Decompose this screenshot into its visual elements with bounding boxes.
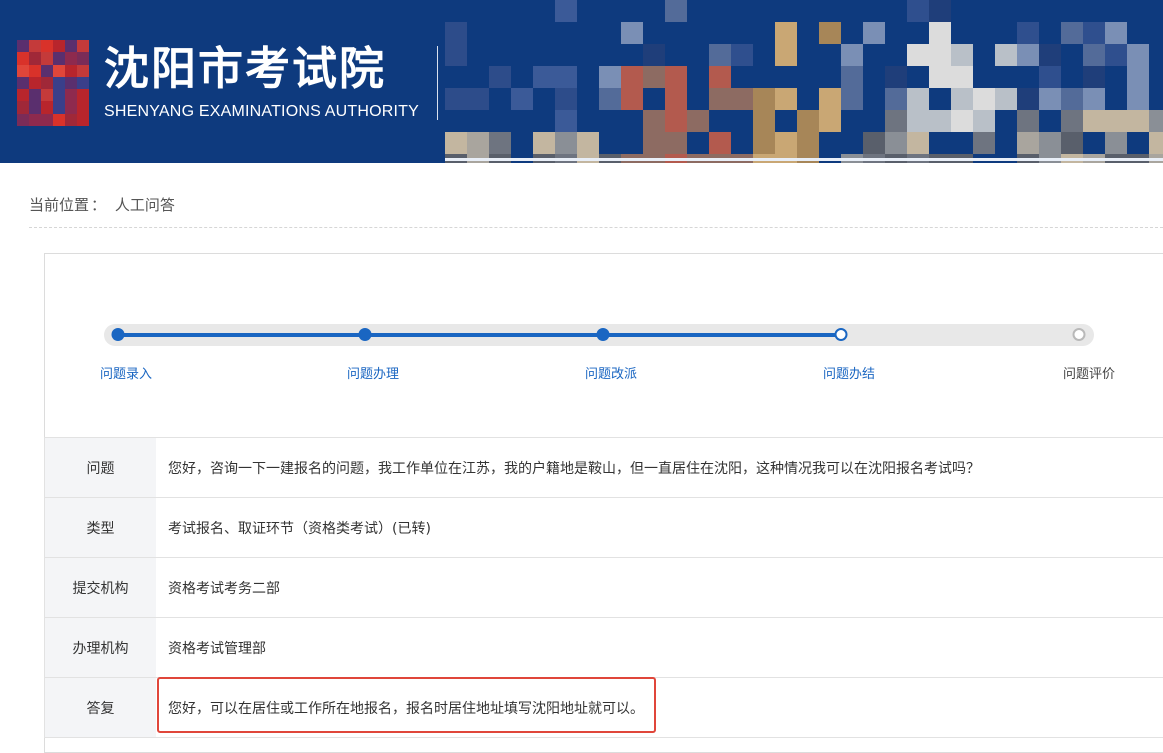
table-row: 提交机构 资格考试考务二部 [44,558,1163,618]
progress-fill [118,333,841,337]
banner-underline [445,158,1163,161]
breadcrumb-current: 人工问答 [114,196,175,214]
breadcrumb-separator: ： [91,196,107,214]
step-label-closed: 问题办结 [822,367,876,382]
banner-image [445,0,1163,163]
step-label-reassign: 问题改派 [584,367,638,382]
reply-highlight-box [157,677,656,733]
step-node-2 [358,328,372,341]
table-row: 问题 您好，咨询一下一建报名的问题，我工作单位在江苏，我的户籍地是鞍山，但一直居… [44,438,1163,498]
breadcrumb: 当前位置： 人工问答 [29,194,1163,228]
row-value-submitter: 资格考试考务二部 [168,580,280,597]
row-key-type: 类型 [44,498,156,557]
row-key-handler: 办理机构 [44,618,156,677]
pixel-logo-icon[interactable] [17,40,89,126]
row-value-type: 考试报名、取证环节（资格类考试）(已转) [168,520,431,537]
header-divider [437,46,438,120]
row-key-submitter: 提交机构 [44,558,156,617]
breadcrumb-label: 当前位置 [29,196,90,214]
header-banner: 沈阳市考试院 SHENYANG EXAMINATIONS AUTHORITY [0,0,1163,163]
step-node-5 [1072,328,1086,341]
row-value-handler: 资格考试管理部 [168,640,266,657]
table-row: 办理机构 资格考试管理部 [44,618,1163,678]
step-label-handling: 问题办理 [346,367,400,382]
row-key-question: 问题 [44,438,156,497]
site-title[interactable]: 沈阳市考试院 [104,40,386,98]
step-label-evaluate: 问题评价 [1062,367,1116,382]
step-node-1 [111,328,125,341]
step-node-4 [834,328,848,341]
row-value-question: 您好，咨询一下一建报名的问题，我工作单位在江苏，我的户籍地是鞍山，但一直居住在沈… [168,460,980,477]
step-node-3 [596,328,610,341]
progress-stepper [104,322,1094,348]
row-key-reply: 答复 [44,678,156,737]
table-row: 类型 考试报名、取证环节（资格类考试）(已转) [44,498,1163,558]
site-subtitle: SHENYANG EXAMINATIONS AUTHORITY [104,103,419,120]
step-label-entry: 问题录入 [99,367,153,382]
